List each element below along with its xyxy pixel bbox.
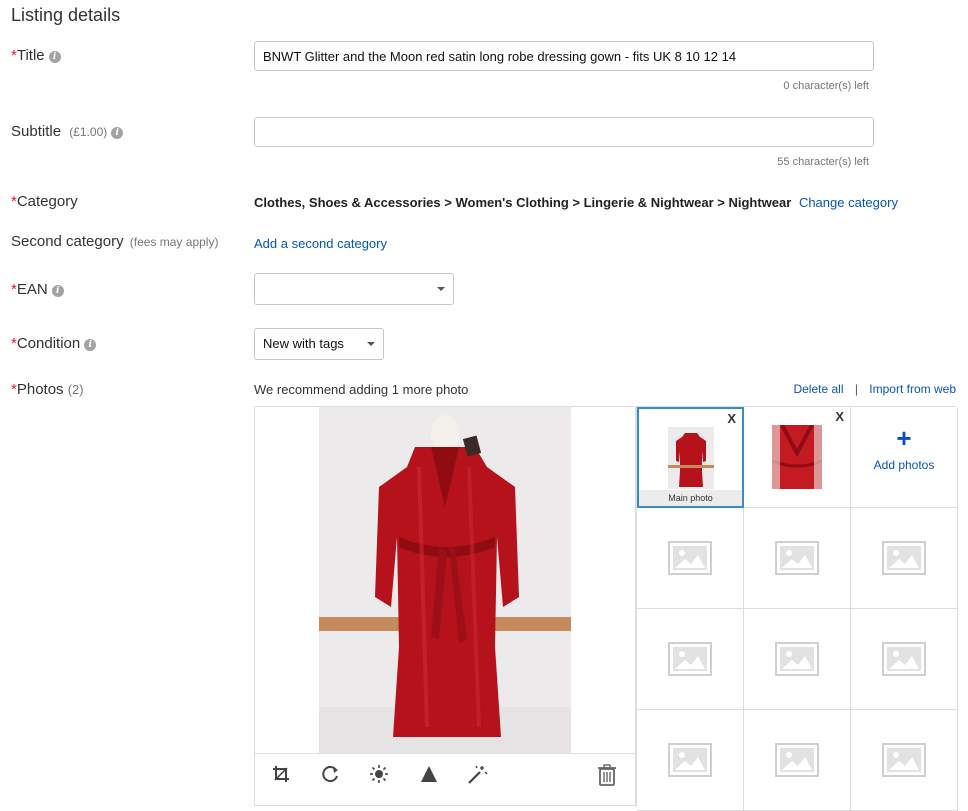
- image-placeholder-icon: [882, 743, 926, 777]
- subtitle-label: Subtitle (£1.00) i: [11, 123, 124, 140]
- chevron-down-icon: [437, 287, 445, 291]
- subtitle-fee: (£1.00): [69, 125, 108, 139]
- info-icon[interactable]: i: [51, 285, 64, 297]
- main-photo-preview[interactable]: [254, 406, 636, 806]
- second-category-label: Second category (fees may apply): [11, 233, 219, 250]
- change-category-link[interactable]: Change category: [799, 195, 898, 210]
- trash-icon[interactable]: [595, 764, 619, 788]
- magic-wand-icon[interactable]: [465, 764, 489, 788]
- photo-actions: Delete all | Import from web: [793, 382, 956, 396]
- main-photo-caption: Main photo: [639, 490, 742, 506]
- photo-slot-empty[interactable]: [851, 609, 958, 710]
- condition-label: *Condition i: [11, 335, 97, 352]
- subtitle-input[interactable]: [254, 117, 874, 147]
- image-placeholder-icon: [668, 541, 712, 575]
- photo-recommendation: We recommend adding 1 more photo: [254, 382, 469, 397]
- title-label: *Title i: [11, 47, 61, 64]
- photo-thumb[interactable]: X: [744, 407, 851, 508]
- photo-slot-empty[interactable]: [744, 609, 851, 710]
- add-second-category-link[interactable]: Add a second category: [254, 236, 387, 251]
- add-photos-button[interactable]: + Add photos: [851, 407, 958, 508]
- second-category-note: (fees may apply): [129, 235, 219, 249]
- category-path: Clothes, Shoes & Accessories > Women's C…: [254, 195, 898, 210]
- condition-select[interactable]: New with tags: [254, 328, 384, 360]
- ean-select[interactable]: [254, 273, 454, 305]
- crop-icon[interactable]: [269, 764, 293, 788]
- info-icon[interactable]: i: [48, 51, 61, 63]
- photo-slot-empty[interactable]: [851, 508, 958, 609]
- photos-count: (2): [67, 382, 84, 397]
- image-placeholder-icon: [775, 743, 819, 777]
- photo-slot-empty[interactable]: [744, 508, 851, 609]
- title-input[interactable]: BNWT Glitter and the Moon red satin long…: [254, 41, 874, 71]
- photo-slot-empty[interactable]: [637, 508, 744, 609]
- main-photo-thumbnail: [668, 427, 714, 489]
- photo-grid: X Main photo X + Add photos: [636, 406, 958, 811]
- photo-edit-toolbar: [255, 753, 635, 804]
- photo-slot-empty[interactable]: [744, 710, 851, 811]
- plus-icon: +: [896, 423, 912, 453]
- image-placeholder-icon: [882, 642, 926, 676]
- section-title: Listing details: [11, 5, 121, 25]
- image-placeholder-icon: [775, 642, 819, 676]
- robe-photo: [319, 407, 571, 753]
- image-placeholder-icon: [882, 541, 926, 575]
- delete-all-link[interactable]: Delete all: [793, 382, 843, 396]
- ean-label: *EAN i: [11, 281, 64, 298]
- photo-slot-empty[interactable]: [851, 710, 958, 811]
- image-placeholder-icon: [668, 642, 712, 676]
- info-icon[interactable]: i: [111, 127, 124, 139]
- chevron-down-icon: [367, 342, 375, 346]
- image-placeholder-icon: [775, 541, 819, 575]
- image-placeholder-icon: [668, 743, 712, 777]
- photos-label: *Photos (2): [11, 381, 84, 398]
- brightness-icon[interactable]: [367, 764, 391, 788]
- info-icon[interactable]: i: [84, 339, 97, 351]
- add-photos-label: Add photos: [873, 458, 935, 472]
- category-label: *Category: [11, 193, 78, 210]
- photo-thumb-main[interactable]: X Main photo: [637, 407, 744, 508]
- photo-thumbnail: [772, 425, 822, 489]
- title-char-counter: 0 character(s) left: [783, 80, 869, 92]
- photo-slot-empty[interactable]: [637, 710, 744, 811]
- subtitle-char-counter: 55 character(s) left: [777, 156, 869, 168]
- import-from-web-link[interactable]: Import from web: [869, 382, 956, 396]
- contrast-icon[interactable]: [417, 764, 441, 788]
- rotate-icon[interactable]: [319, 764, 343, 788]
- remove-photo-button[interactable]: X: [727, 411, 736, 426]
- photo-slot-empty[interactable]: [637, 609, 744, 710]
- remove-photo-button[interactable]: X: [835, 409, 844, 424]
